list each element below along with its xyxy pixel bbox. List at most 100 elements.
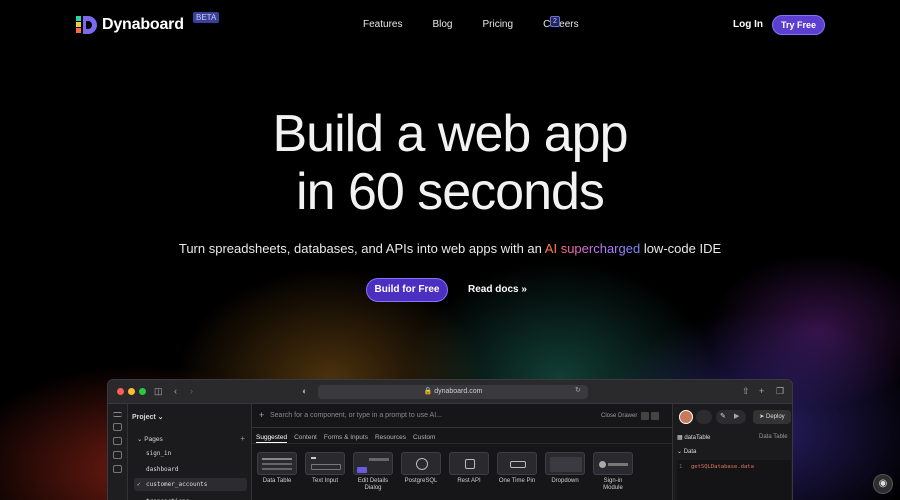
page-item-customer-accounts-label: customer_accounts (146, 481, 208, 488)
component-rest-api[interactable]: Rest API (449, 452, 489, 492)
component-label: PostgreSQL (404, 478, 438, 484)
subtitle-text-end: low-code IDE (640, 241, 722, 256)
component-search-input[interactable]: Search for a component, or type in a pro… (270, 412, 442, 419)
add-page-icon[interactable]: + (240, 434, 245, 443)
one-time-pin-icon (497, 452, 537, 475)
subtitle-text-start: Turn spreadsheets, databases, and APIs i… (178, 241, 545, 256)
edit-play-toggle[interactable]: ✎ ▶ (716, 410, 746, 424)
deploy-button[interactable]: ➤ Deploy (753, 410, 791, 424)
try-free-button[interactable]: Try Free (772, 15, 825, 35)
data-section-header[interactable]: ⌄ Data (677, 448, 696, 455)
branch-icon[interactable] (113, 465, 122, 473)
sparkle-plus-icon: + (259, 410, 265, 420)
address-bar[interactable]: 🔒 dynaboard.com (318, 385, 588, 399)
component-one-time-pin[interactable]: One Time Pin (497, 452, 537, 492)
tabs-overview-icon[interactable]: ❐ (776, 386, 784, 397)
tab-forms-inputs[interactable]: Forms & Inputs (324, 434, 368, 443)
code-expression: getSQLDatabase.data (691, 464, 754, 470)
menu-icon[interactable] (113, 412, 122, 417)
top-nav: Dynaboard BETA Features Blog Pricing Car… (0, 0, 900, 50)
pages-icon[interactable] (113, 423, 122, 431)
nav-link-blog[interactable]: Blog (432, 19, 452, 30)
pages-section-header[interactable]: ⌄ Pages (137, 435, 163, 443)
component-tabs: Suggested Content Forms & Inputs Resourc… (252, 428, 672, 444)
page-item-customer-accounts[interactable]: ✓ customer_accounts (134, 478, 247, 491)
kbd-key-icon (651, 412, 659, 420)
brand-logo[interactable]: Dynaboard (75, 14, 184, 36)
component-label: Sign-in Module (603, 478, 623, 491)
cookie-settings-icon[interactable]: ◉ (873, 474, 893, 494)
build-for-free-button[interactable]: Build for Free (366, 278, 448, 302)
hero-subtitle: Turn spreadsheets, databases, and APIs i… (0, 241, 900, 256)
new-tab-icon[interactable]: + (759, 386, 764, 396)
inspector-panel: ✎ ▶ ➤ Deploy ▦ dataTable Data Table ⌄ Dat… (672, 404, 792, 500)
component-search-row[interactable]: + Search for a component, or type in a p… (252, 404, 672, 428)
tab-content[interactable]: Content (294, 434, 317, 443)
page-item-sign-in[interactable]: sign_in (146, 450, 171, 457)
component-sign-in-module[interactable]: Sign-in Module (593, 452, 633, 492)
app-preview-window: ◫ ‹ › ◐ 🔒 dynaboard.com ↻ ⇧ + ❐ Project … (107, 379, 793, 500)
component-label: Text Input (311, 478, 338, 484)
nav-link-pricing[interactable]: Pricing (482, 19, 513, 30)
page-item-dashboard[interactable]: dashboard (146, 466, 179, 473)
hero-title-line-1: Build a web app (272, 105, 628, 163)
address-bar-url: dynaboard.com (434, 388, 483, 395)
tab-suggested[interactable]: Suggested (256, 434, 288, 443)
pencil-icon: ✎ (720, 413, 726, 420)
dropdown-thumbnail-icon (545, 452, 585, 475)
nav-link-careers[interactable]: Careers (543, 19, 579, 30)
component-label: Edit Details Dialog (357, 478, 389, 491)
forward-icon[interactable]: › (190, 386, 193, 396)
maximize-window-dot[interactable] (139, 388, 146, 395)
postgresql-elephant-icon (401, 452, 441, 475)
project-panel: Project ⌄ ⌄ Pages + sign_in dashboard ✓ c… (128, 404, 252, 500)
check-icon: ✓ (137, 481, 141, 488)
data-label: Data (683, 449, 697, 455)
chevron-down-icon: ⌄ (677, 449, 683, 455)
login-link[interactable]: Log In (733, 19, 763, 30)
inspector-component-type: Data Table (759, 434, 788, 440)
sidebar-toggle-icon[interactable]: ◫ (154, 386, 163, 397)
component-label: Dropdown (551, 478, 579, 484)
ide-icon-rail (108, 404, 128, 500)
component-postgresql[interactable]: PostgreSQL (401, 452, 441, 492)
component-edit-details-dialog[interactable]: Edit Details Dialog (353, 452, 393, 492)
close-window-dot[interactable] (117, 388, 124, 395)
component-text-input[interactable]: Text Input (305, 452, 345, 492)
minimize-window-dot[interactable] (128, 388, 135, 395)
inspector-component-name: ▦ dataTable (677, 434, 710, 441)
share-icon[interactable]: ⇧ (742, 386, 750, 397)
subtitle-ai: AI (544, 241, 558, 256)
read-docs-link[interactable]: Read docs » (468, 284, 527, 295)
component-data-table[interactable]: Data Table (257, 452, 297, 492)
component-dropdown[interactable]: Dropdown (545, 452, 585, 492)
lock-icon: 🔒 (423, 388, 433, 395)
tab-custom[interactable]: Custom (413, 434, 435, 443)
careers-count-badge: 2 (550, 16, 560, 27)
ai-assist-icon[interactable] (696, 410, 712, 424)
component-label: One Time Pin (498, 478, 536, 484)
project-dropdown[interactable]: Project ⌄ (132, 413, 164, 421)
resources-icon[interactable] (113, 451, 122, 459)
beta-badge: BETA (193, 12, 220, 23)
component-label: Rest API (457, 478, 481, 484)
nav-link-features[interactable]: Features (363, 19, 402, 30)
user-avatar[interactable] (679, 410, 693, 424)
data-table-thumbnail-icon (257, 452, 297, 475)
layers-icon[interactable] (113, 437, 122, 445)
component-drawer: + Search for a component, or type in a p… (252, 404, 672, 500)
reload-icon[interactable]: ↻ (575, 386, 581, 394)
back-icon[interactable]: ‹ (174, 386, 177, 396)
brand-name: Dynaboard (102, 16, 184, 33)
play-icon: ▶ (734, 413, 740, 420)
privacy-shield-icon: ◐ (302, 386, 308, 396)
close-drawer-button[interactable]: Close Drawer (601, 413, 637, 419)
rest-api-icon (449, 452, 489, 475)
data-code-editor[interactable]: 1 getSQLDatabase.data (677, 460, 791, 500)
code-line-number: 1 (679, 464, 683, 470)
tab-resources[interactable]: Resources (375, 434, 406, 443)
dynaboard-logo-icon (76, 16, 97, 34)
nav-links: Features Blog Pricing Careers (363, 19, 609, 30)
table-icon: ▦ (677, 435, 683, 441)
subtitle-supercharged: supercharged (560, 241, 641, 256)
